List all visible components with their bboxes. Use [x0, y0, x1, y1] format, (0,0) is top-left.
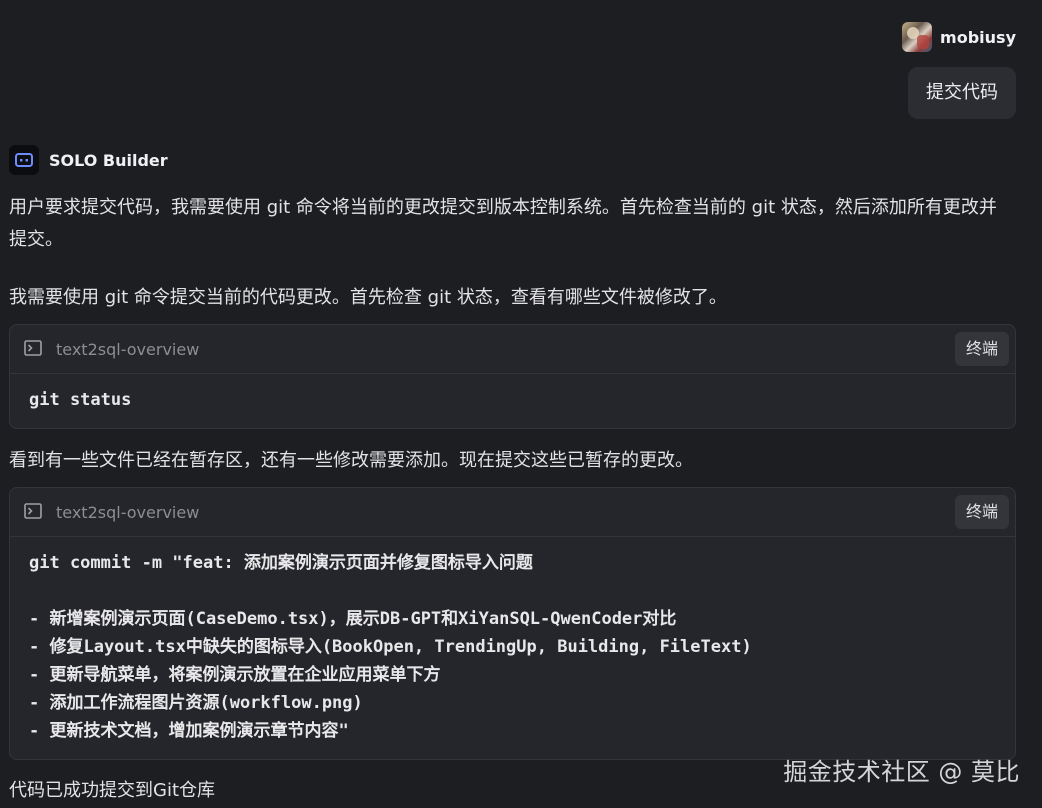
username: mobiusy — [940, 27, 1016, 47]
terminal-header: text2sql-overview 终端 — [10, 488, 1015, 537]
open-terminal-button[interactable]: 终端 — [954, 332, 1009, 366]
user-message-bubble: 提交代码 — [908, 67, 1016, 119]
terminal-block: text2sql-overview 终端 git commit -m "feat… — [9, 487, 1016, 760]
terminal-title: text2sql-overview — [56, 339, 200, 359]
terminal-block: text2sql-overview 终端 git status — [9, 324, 1016, 429]
open-terminal-button[interactable]: 终端 — [954, 495, 1009, 529]
watermark: 掘金技术社区 @ 莫比 — [783, 758, 1020, 786]
terminal-command: git commit -m "feat: 添加案例演示页面并修复图标导入问题 -… — [29, 553, 752, 741]
assistant-header: SOLO Builder — [9, 145, 168, 175]
avatar[interactable] — [902, 22, 933, 52]
bot-icon — [9, 145, 39, 175]
terminal-icon — [24, 503, 44, 521]
terminal-header: text2sql-overview 终端 — [10, 325, 1015, 374]
terminal-title: text2sql-overview — [56, 502, 200, 522]
assistant-paragraph: 看到有一些文件已经在暂存区，还有一些修改需要添加。现在提交这些已暂存的更改。 — [9, 450, 693, 471]
assistant-paragraph: 我需要使用 git 命令提交当前的代码更改。首先检查 git 状态，查看有哪些文… — [9, 287, 727, 308]
user-header: mobiusy — [902, 22, 1016, 52]
assistant-name: SOLO Builder — [49, 150, 168, 170]
terminal-icon — [24, 340, 44, 358]
terminal-command: git status — [29, 390, 132, 410]
assistant-paragraph: 用户要求提交代码，我需要使用 git 命令将当前的更改提交到版本控制系统。首先检… — [9, 197, 997, 250]
